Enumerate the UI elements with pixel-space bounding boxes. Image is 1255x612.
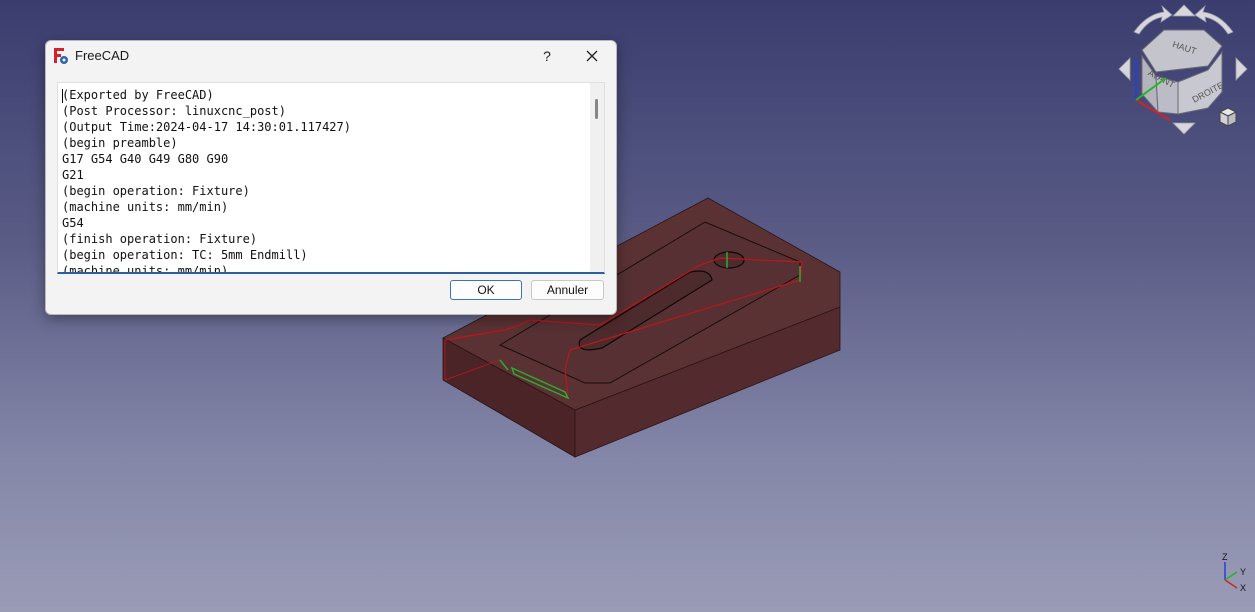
text-caret xyxy=(62,89,63,103)
gcode-text: (Exported by FreeCAD) (Post Processor: l… xyxy=(62,87,582,274)
code-line: (finish operation: Fixture) xyxy=(62,232,258,246)
navigation-cube[interactable]: HAUT AVANT DROITE xyxy=(1112,2,1255,140)
code-line: G17 G54 G40 G49 G80 G90 xyxy=(62,152,229,166)
arrow-up-icon xyxy=(1172,4,1196,17)
close-button[interactable] xyxy=(577,44,607,68)
scrollbar-thumb[interactable] xyxy=(595,99,598,119)
axis-x-label: X xyxy=(1240,583,1246,593)
arrow-left-icon xyxy=(1118,57,1131,81)
hole xyxy=(713,251,745,269)
arrow-right-icon xyxy=(1235,57,1248,81)
freecad-logo-icon xyxy=(54,48,68,64)
cancel-button[interactable]: Annuler xyxy=(531,280,604,300)
code-line: (Post Processor: linuxcnc_post) xyxy=(62,104,286,118)
help-button[interactable]: ? xyxy=(534,44,560,68)
code-line: (Output Time:2024-04-17 14:30:01.117427) xyxy=(62,120,351,134)
dialog-titlebar[interactable]: FreeCAD ? xyxy=(46,41,616,71)
axis-x-line xyxy=(1224,579,1238,589)
gcode-dialog: FreeCAD ? (Exported by FreeCAD) (Post Pr… xyxy=(45,40,617,315)
vertical-scrollbar[interactable] xyxy=(590,83,604,272)
code-line: (begin operation: Fixture) xyxy=(62,184,250,198)
code-line: G21 xyxy=(62,168,84,182)
code-line: (Exported by FreeCAD) xyxy=(62,88,214,102)
code-line: (begin operation: TC: 5mm Endmill) xyxy=(62,248,308,262)
axis-z-label: Z xyxy=(1222,552,1228,562)
view-menu-cube-icon xyxy=(1218,107,1238,127)
close-icon xyxy=(586,50,598,62)
axis-y-line xyxy=(1224,571,1238,581)
code-line: (machine units: mm/min) xyxy=(62,200,229,214)
ok-button[interactable]: OK xyxy=(450,280,522,300)
dialog-title: FreeCAD xyxy=(75,48,130,63)
code-line: G54 xyxy=(62,216,84,230)
axis-y-label: Y xyxy=(1240,567,1246,577)
code-line: (begin preamble) xyxy=(62,136,178,150)
arrow-down-icon xyxy=(1172,122,1196,135)
code-line: (machine units: mm/min) xyxy=(62,264,229,274)
axis-indicator: Z Y X xyxy=(1213,548,1255,598)
gcode-text-editor[interactable]: (Exported by FreeCAD) (Post Processor: l… xyxy=(57,82,605,274)
